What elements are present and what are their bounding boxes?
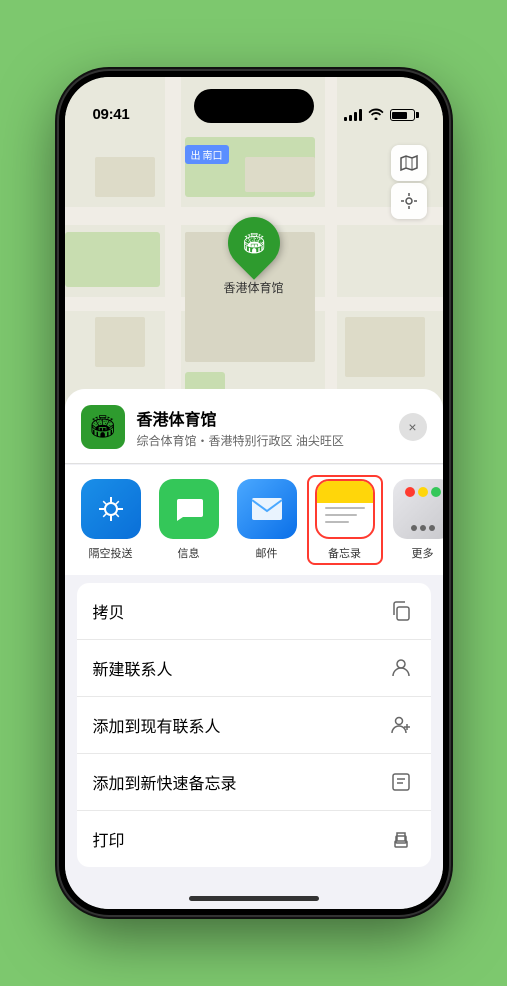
messages-label: 信息 bbox=[178, 545, 200, 561]
action-print-label: 打印 bbox=[93, 827, 125, 851]
copy-icon bbox=[387, 597, 415, 625]
status-time: 09:41 bbox=[93, 106, 130, 123]
share-row: 隔空投送 信息 bbox=[65, 465, 443, 575]
battery-fill bbox=[392, 112, 407, 119]
bottom-sheet: 🏟 香港体育馆 综合体育馆・香港特别行政区 油尖旺区 × bbox=[65, 389, 443, 909]
venue-info: 香港体育馆 综合体育馆・香港特别行政区 油尖旺区 bbox=[137, 406, 387, 449]
action-list: 拷贝 新建联系人 bbox=[77, 583, 431, 867]
map-controls bbox=[391, 145, 427, 219]
map-type-button[interactable] bbox=[391, 145, 427, 181]
location-pin[interactable]: 🏟 香港体育馆 bbox=[223, 217, 283, 296]
action-quick-note[interactable]: 添加到新快速备忘录 bbox=[77, 754, 431, 811]
building-small-4 bbox=[345, 317, 425, 377]
action-print[interactable]: 打印 bbox=[77, 811, 431, 867]
action-new-contact-label: 新建联系人 bbox=[93, 656, 173, 680]
mail-icon bbox=[237, 479, 297, 539]
action-new-contact[interactable]: 新建联系人 bbox=[77, 640, 431, 697]
share-item-more[interactable]: 更多 bbox=[389, 479, 443, 561]
map-label-text: 南口 bbox=[203, 147, 223, 162]
dynamic-island bbox=[194, 89, 314, 123]
messages-icon bbox=[159, 479, 219, 539]
share-item-notes[interactable]: 备忘录 bbox=[311, 479, 379, 561]
more-icon bbox=[393, 479, 443, 539]
airdrop-label: 隔空投送 bbox=[89, 545, 133, 561]
wifi-icon bbox=[368, 107, 384, 123]
close-button[interactable]: × bbox=[399, 413, 427, 441]
map-exit-label: 出 南口 bbox=[185, 145, 229, 164]
notes-icon bbox=[315, 479, 375, 539]
status-icons bbox=[344, 107, 415, 123]
venue-description: 综合体育馆・香港特别行政区 油尖旺区 bbox=[137, 432, 387, 449]
building-small-1 bbox=[95, 157, 155, 197]
more-label: 更多 bbox=[412, 545, 434, 561]
building-small-2 bbox=[245, 157, 315, 192]
pin-label: 香港体育馆 bbox=[223, 279, 283, 296]
action-add-contact[interactable]: 添加到现有联系人 bbox=[77, 697, 431, 754]
building-small-3 bbox=[95, 317, 145, 367]
signal-bar-2 bbox=[349, 115, 352, 121]
print-icon bbox=[387, 825, 415, 853]
location-button[interactable] bbox=[391, 183, 427, 219]
home-indicator bbox=[189, 896, 319, 901]
mail-label: 邮件 bbox=[256, 545, 278, 561]
venue-name: 香港体育馆 bbox=[137, 406, 387, 430]
share-item-messages[interactable]: 信息 bbox=[155, 479, 223, 561]
action-copy-label: 拷贝 bbox=[93, 599, 125, 623]
signal-bar-3 bbox=[354, 112, 357, 121]
share-item-mail[interactable]: 邮件 bbox=[233, 479, 301, 561]
action-add-contact-label: 添加到现有联系人 bbox=[93, 713, 221, 737]
action-quick-note-label: 添加到新快速备忘录 bbox=[93, 770, 237, 794]
notes-label: 备忘录 bbox=[328, 545, 361, 561]
share-item-airdrop[interactable]: 隔空投送 bbox=[77, 479, 145, 561]
airdrop-icon bbox=[81, 479, 141, 539]
signal-bars-icon bbox=[344, 109, 362, 121]
phone-frame: 09:41 bbox=[59, 71, 449, 915]
pin-inner-icon: 🏟 bbox=[241, 231, 266, 256]
phone-screen: 09:41 bbox=[65, 77, 443, 909]
note-icon bbox=[387, 768, 415, 796]
action-copy[interactable]: 拷贝 bbox=[77, 583, 431, 640]
battery-icon bbox=[390, 109, 415, 121]
map-label-prefix: 出 bbox=[191, 147, 201, 162]
signal-bar-1 bbox=[344, 117, 347, 121]
signal-bar-4 bbox=[359, 109, 362, 121]
sheet-header: 🏟 香港体育馆 综合体育馆・香港特别行政区 油尖旺区 × bbox=[65, 389, 443, 464]
person-icon bbox=[387, 654, 415, 682]
person-add-icon bbox=[387, 711, 415, 739]
green-area-3 bbox=[65, 232, 160, 287]
pin-circle: 🏟 bbox=[217, 206, 291, 280]
venue-icon: 🏟 bbox=[81, 405, 125, 449]
